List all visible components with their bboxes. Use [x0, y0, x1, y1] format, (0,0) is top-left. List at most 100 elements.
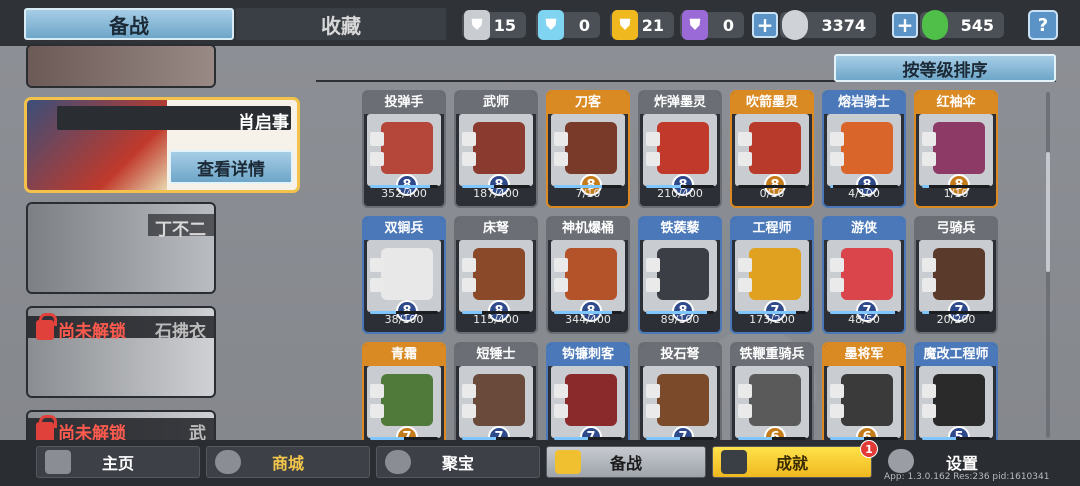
armor-type-icon — [554, 404, 568, 418]
unit-card[interactable]: 钩镰刺客 7 — [546, 342, 630, 442]
nav-label: 成就 — [775, 454, 808, 473]
unit-progress-text: 344/400 — [565, 313, 611, 326]
unit-card[interactable]: 双锏兵838/100 — [362, 216, 446, 334]
armor-type-icon — [462, 278, 476, 292]
resource-crystal-shield: ⛊ 0 — [536, 10, 600, 40]
view-details-button[interactable]: 查看详情 — [169, 150, 293, 184]
unit-progress-text: 20/200 — [936, 313, 976, 326]
unit-card[interactable]: 弓骑兵720/200 — [914, 216, 998, 334]
nav-treasure[interactable]: 聚宝 — [376, 446, 540, 478]
unit-card[interactable]: 短锤士 7 — [454, 342, 538, 442]
unit-card[interactable]: 熔岩骑士84/100 — [822, 90, 906, 208]
unit-sprite — [565, 122, 617, 174]
attack-type-icon — [738, 384, 752, 398]
unit-card[interactable]: 床弩8115/400 — [454, 216, 538, 334]
unit-card[interactable]: 投弹手8352/400 — [362, 90, 446, 208]
unit-name: 投弹手 — [364, 92, 444, 114]
hero-card-top[interactable] — [26, 44, 216, 88]
unit-name: 短锤士 — [456, 344, 536, 366]
unit-sprite — [473, 374, 525, 426]
unit-card[interactable]: 魔改工程师 5 — [914, 342, 998, 442]
unit-name: 武师 — [456, 92, 536, 114]
attack-type-icon — [646, 132, 660, 146]
add-silver-coin-button[interactable]: + — [752, 12, 778, 38]
unit-progress-text: 4/100 — [848, 187, 880, 200]
unit-name: 炸弹墨灵 — [640, 92, 720, 114]
unit-name: 神机爆桶 — [548, 218, 628, 240]
attack-type-icon — [370, 258, 384, 272]
tab-collection[interactable]: 收藏 — [236, 8, 446, 40]
unit-card[interactable]: 炸弹墨灵8210/400 — [638, 90, 722, 208]
armor-type-icon — [830, 404, 844, 418]
armor-type-icon — [646, 152, 660, 166]
card-icon — [555, 450, 581, 474]
armor-type-icon — [738, 404, 752, 418]
unit-name: 吹箭墨灵 — [732, 92, 812, 114]
attack-type-icon — [370, 384, 384, 398]
hero-name: 肖启事 — [238, 113, 289, 133]
notification-badge: 1 — [860, 440, 878, 458]
unit-card[interactable]: 刀客87/10 — [546, 90, 630, 208]
unit-progress-text: 352/400 — [381, 187, 427, 200]
lock-text: 尚未解锁 — [58, 322, 126, 342]
lock-icon — [36, 414, 57, 442]
hero-name: 石拂衣 — [155, 322, 206, 342]
nav-achievements[interactable]: 成就 — [712, 446, 872, 478]
silver-shield-icon: ⛊ — [464, 10, 490, 40]
unit-card[interactable]: 工程师7173/200 — [730, 216, 814, 334]
sort-by-level-button[interactable]: 按等级排序 — [834, 54, 1056, 82]
nav-prepare[interactable]: 备战 — [546, 446, 706, 478]
attack-type-icon — [462, 384, 476, 398]
unit-card[interactable]: 游侠748/50 — [822, 216, 906, 334]
unit-sprite — [657, 122, 709, 174]
nav-shop[interactable]: 商城 — [206, 446, 370, 478]
armor-type-icon — [554, 152, 568, 166]
hero-card-locked[interactable]: 尚未解锁 石拂衣 — [26, 306, 216, 398]
coins-icon — [215, 450, 241, 474]
unit-sprite — [381, 122, 433, 174]
attack-type-icon — [554, 258, 568, 272]
attack-type-icon — [738, 258, 752, 272]
unit-card[interactable]: 武师8187/400 — [454, 90, 538, 208]
unit-card[interactable]: 吹箭墨灵80/10 — [730, 90, 814, 208]
unit-name: 刀客 — [548, 92, 628, 114]
scroll-thumb[interactable] — [1046, 152, 1050, 272]
hero-card[interactable]: 丁不二 — [26, 202, 216, 294]
unit-card[interactable]: 铁鞭重骑兵 6 — [730, 342, 814, 442]
resource-value: 21 — [641, 15, 664, 35]
nav-home[interactable]: 主页 — [36, 446, 200, 478]
unit-sprite — [565, 248, 617, 300]
add-jade-coin-button[interactable]: + — [892, 12, 918, 38]
attack-type-icon — [830, 384, 844, 398]
unit-card[interactable]: 墨将军 6 — [822, 342, 906, 442]
resource-value: 0 — [722, 15, 734, 35]
unit-card[interactable]: 红袖伞81/10 — [914, 90, 998, 208]
tab-prepare[interactable]: 备战 — [24, 8, 234, 40]
unit-name: 铁鞭重骑兵 — [732, 344, 812, 366]
help-button[interactable]: ? — [1028, 10, 1058, 40]
version-text: App: 1.3.0.162 Res:236 pid:1610341 — [884, 472, 1050, 482]
armor-type-icon — [922, 278, 936, 292]
unit-progress-text: 173/200 — [749, 313, 795, 326]
unit-card[interactable]: 投石弩 7 — [638, 342, 722, 442]
unit-name: 床弩 — [456, 218, 536, 240]
attack-type-icon — [738, 132, 752, 146]
hero-card-selected[interactable]: 肖启事 查看详情 — [24, 97, 300, 193]
locked-label: 尚未解锁 — [36, 312, 126, 342]
unit-sprite — [841, 248, 893, 300]
armor-type-icon — [462, 152, 476, 166]
unit-card[interactable]: 神机爆桶8344/400 — [546, 216, 630, 334]
unit-card[interactable]: 青霜 7 — [362, 342, 446, 442]
purple-shield-icon: ⛊ — [682, 10, 708, 40]
armor-type-icon — [370, 404, 384, 418]
silver-coin-icon — [782, 10, 808, 40]
unit-sprite — [381, 374, 433, 426]
attack-type-icon — [370, 132, 384, 146]
unit-sprite — [933, 122, 985, 174]
unit-sprite — [749, 248, 801, 300]
unit-card[interactable]: 铁蒺藜889/100 — [638, 216, 722, 334]
nav-label: 设置 — [945, 454, 978, 473]
unit-progress-text: 38/100 — [384, 313, 424, 326]
scrollbar[interactable] — [1046, 92, 1050, 438]
attack-type-icon — [646, 258, 660, 272]
